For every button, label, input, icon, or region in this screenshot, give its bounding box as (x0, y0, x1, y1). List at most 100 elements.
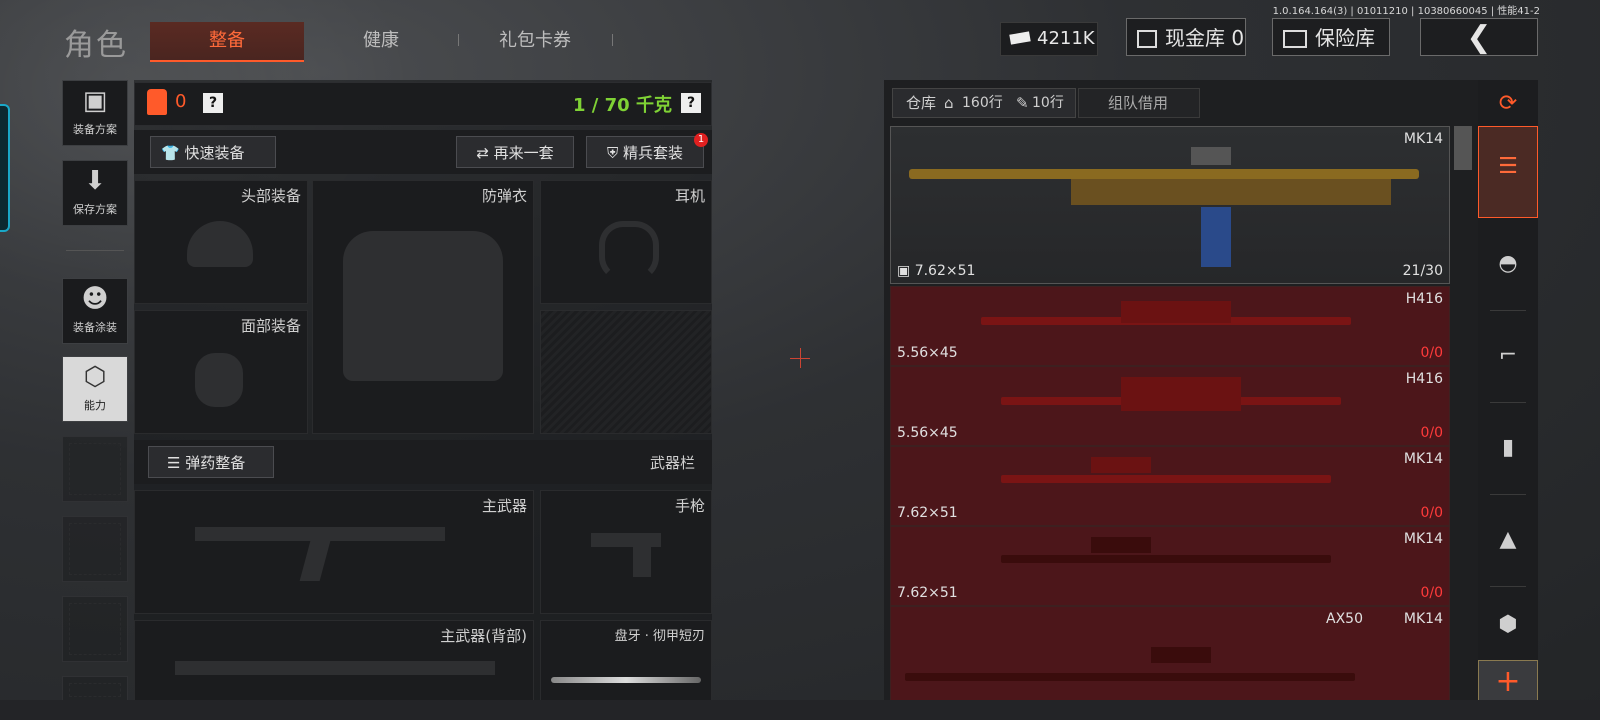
warehouse-item[interactable]: MK14 7.62×51 0/0 (890, 446, 1450, 526)
nav-equip-plan[interactable]: ▣ 装备方案 (62, 80, 128, 146)
nav-skin[interactable]: ☻ 装备涂装 (62, 278, 128, 344)
rows-ticket: 10行 (1032, 95, 1064, 111)
nav-save-plan[interactable]: ⬇ 保存方案 (62, 160, 128, 226)
nav-label: 能力 (84, 399, 106, 412)
quick-equip-button[interactable]: 👕 快速装备 (150, 136, 276, 168)
nav-ability[interactable]: ⬡ 能力 (62, 356, 128, 422)
item-name: MK14 (1403, 451, 1443, 467)
warehouse-item[interactable]: H416 5.56×45 0/0 (890, 286, 1450, 366)
magazine-icon: ▮ (1501, 435, 1515, 460)
scope-icon (1091, 457, 1151, 473)
tab-equip[interactable]: 整备 (150, 22, 304, 62)
slot-face[interactable]: 面部装备 (134, 310, 308, 434)
rail-divider (1490, 310, 1526, 311)
ammo-equip-button[interactable]: ☰ 弹药整备 (148, 446, 274, 478)
slot-label: 盘牙 · 彻甲短刃 (614, 629, 705, 644)
back-button[interactable]: ❮ (1420, 18, 1538, 56)
warehouse-tab-label: 仓库 (906, 94, 937, 112)
rifle-body-icon (1121, 377, 1241, 411)
category-all[interactable]: ☰ (1478, 126, 1538, 218)
insurance-button[interactable]: 保险库 (1272, 18, 1390, 56)
insurance-label: 保险库 (1315, 26, 1375, 50)
slot-head[interactable]: 头部装备 (134, 180, 308, 304)
slot-armor[interactable]: 防弹衣 (312, 180, 534, 434)
equipment-header: 0 ? 1 / 70 千克 ? (134, 82, 712, 126)
warehouse-item[interactable]: MK14 ▣ 7.62×51 21/30 (890, 126, 1450, 284)
help-icon[interactable]: ? (203, 93, 223, 113)
rifle-icon: ⌐ (1498, 343, 1518, 368)
count-max: /0 (1429, 345, 1443, 361)
category-helmet[interactable]: ◓ (1478, 224, 1538, 304)
again-set-button[interactable]: ⇄ 再来一套 (456, 136, 574, 168)
pistol-icon (591, 533, 661, 547)
vault-icon (1137, 30, 1157, 48)
magazine-icon (1201, 207, 1231, 267)
tab-gift[interactable]: 礼包卡券 (470, 22, 600, 60)
helmet-paint-icon: ☻ (81, 284, 109, 314)
tab-divider (458, 34, 459, 46)
item-caliber: ▣ 7.62×51 (897, 263, 976, 279)
warehouse-item[interactable]: MK14 AX50 (890, 606, 1450, 704)
elite-set-button[interactable]: ⛨ 精兵套装 (586, 136, 704, 168)
rifle-silhouette-icon (195, 527, 445, 541)
weight-help-icon[interactable]: ? (681, 93, 701, 113)
category-bullet[interactable]: ▲ (1478, 500, 1538, 580)
rifle-body-icon (1071, 179, 1391, 205)
item-extra-name: AX50 (1326, 611, 1363, 627)
ticket-icon: ✎ (1016, 94, 1029, 112)
vest-count: 0 (175, 91, 187, 112)
rifle-icon (905, 673, 1355, 681)
rail-divider (1490, 586, 1526, 587)
category-magazine[interactable]: ▮ (1478, 408, 1538, 488)
cash-vault-button[interactable]: 现金库 0 (1126, 18, 1246, 56)
scope-icon (1191, 147, 1231, 165)
item-name: MK14 (1403, 531, 1443, 547)
rifle-body-icon (1121, 301, 1231, 323)
warehouse-item[interactable]: MK14 7.62×51 0/0 (890, 526, 1450, 606)
item-name: H416 (1405, 371, 1443, 387)
slot-primary[interactable]: 主武器 (134, 490, 534, 614)
vest-icon (147, 89, 167, 115)
weight-value: 1 / 70 千克 (573, 95, 672, 116)
slot-primary-back[interactable]: 主武器(背部) (134, 620, 534, 708)
rail-divider (1490, 494, 1526, 495)
notification-badge: 1 (694, 133, 708, 147)
scope-icon (1091, 537, 1151, 553)
tab-divider (612, 34, 613, 46)
page-title: 角色 (64, 28, 128, 63)
slot-pistol[interactable]: 手枪 (540, 490, 712, 614)
warehouse-scrollbar[interactable] (1454, 126, 1472, 170)
nav-empty-slot (62, 596, 128, 662)
rifle-icon (1001, 555, 1331, 563)
warehouse-item[interactable]: H416 5.56×45 0/0 (890, 366, 1450, 446)
item-name: MK14 (1403, 611, 1443, 627)
nav-label: 装备方案 (73, 123, 117, 136)
helmet-icon (187, 221, 253, 267)
version-text: 1.0.164.164(3) | 01011210 | 10380660045 … (1272, 6, 1540, 17)
tab-health[interactable]: 健康 (316, 22, 446, 60)
side-drawer-handle[interactable] (0, 104, 10, 232)
nav-divider (66, 250, 124, 251)
slot-label: 手枪 (674, 497, 705, 515)
pistol-grip-icon (633, 547, 651, 577)
rifle-icon (1001, 475, 1331, 483)
chevron-left-icon: ❮ (1466, 20, 1492, 55)
slot-label: 耳机 (674, 187, 705, 205)
scope-icon (1151, 647, 1211, 663)
slot-ear[interactable]: 耳机 (540, 180, 712, 304)
again-set-label: 再来一套 (493, 144, 554, 162)
slot-label: 主武器(背部) (440, 627, 527, 645)
nav-empty-slot (62, 516, 128, 582)
bottom-bar (0, 700, 1600, 720)
category-rifle[interactable]: ⌐ (1478, 316, 1538, 396)
refresh-icon: ⇄ (476, 144, 489, 162)
slot-melee[interactable]: 盘牙 · 彻甲短刃 (540, 620, 712, 708)
gasmask-icon (195, 353, 243, 407)
slot-label: 头部装备 (240, 187, 301, 205)
count-max: /0 (1429, 505, 1443, 521)
cash-vault-label: 现金库 0 (1165, 26, 1245, 50)
item-caliber: 7.62×51 (897, 505, 958, 521)
slot-label: 防弹衣 (481, 187, 527, 205)
add-icon[interactable]: + (1478, 660, 1538, 704)
category-armor[interactable]: ⬢ (1478, 592, 1538, 658)
